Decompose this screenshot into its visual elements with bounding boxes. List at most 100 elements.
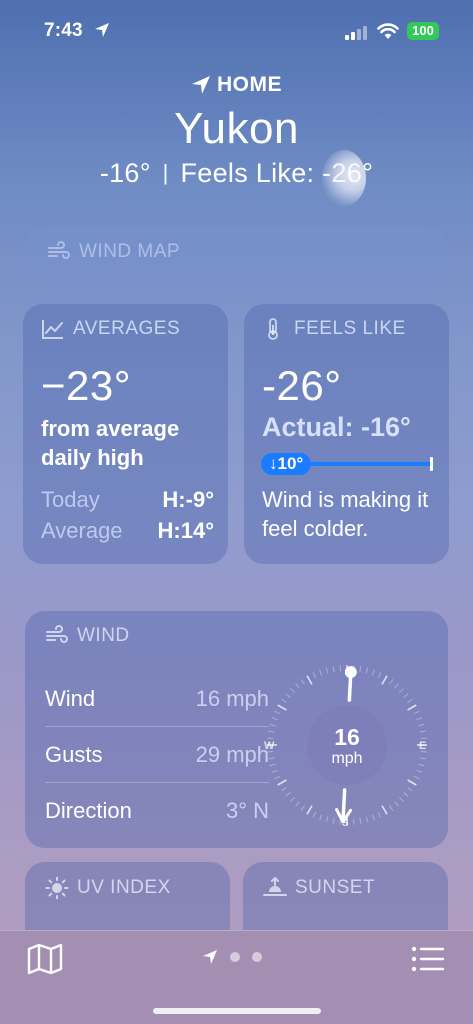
compass-tick [365,667,369,674]
averages-row-label: Today [41,487,100,512]
compass-tick [271,717,278,721]
home-label: HOME [217,73,282,96]
compass-tick [359,817,362,824]
trend-chart-icon [42,320,63,339]
compass-tick [416,769,423,773]
compass-tick [325,667,329,674]
home-label-row: HOME [0,70,473,100]
compass-speed: 16 mph [262,724,432,768]
location-arrow-icon [192,76,210,94]
compass-tick [371,669,375,676]
compass-west-label: W [264,740,275,752]
averages-row-value: H:-9° [162,487,214,512]
compass-tick [300,679,305,685]
compass-tick [285,792,291,797]
moon-illustration [322,150,366,206]
wind-row-label: Direction [45,798,132,823]
compass-tick [407,779,417,786]
compass-tick [285,693,291,698]
compass-tick [332,666,335,673]
compass-tick [281,787,287,792]
wind-icon [46,625,68,643]
compass-tick [290,688,296,694]
wind-row-direction: Direction 3° N [45,783,269,839]
list-icon[interactable] [410,943,446,975]
compass-tick [389,805,394,811]
compass-tick [365,816,369,823]
compass-tick [306,805,313,815]
averages-label: AVERAGES [73,318,181,339]
compass-speed-unit: mph [331,750,363,767]
actual-temperature: Actual: -16° [262,412,411,442]
compass-tick [300,805,305,811]
wind-map-card[interactable]: WIND MAP [25,227,448,279]
compass-tick [389,679,394,685]
compass-tick [398,688,404,694]
compass-tick [306,675,313,685]
compass-tick [371,814,375,821]
wind-row-value: 16 mph [195,685,269,711]
compass-south-label: S [342,818,349,829]
sunset-title: SUNSET [263,877,375,899]
compass-tick [394,801,399,807]
compass-tick [295,683,300,689]
city-name: Yukon [174,104,299,153]
compass-tick [416,717,423,721]
wind-row-value: 29 mph [195,741,269,767]
wind-label: WIND [77,625,130,646]
compass-tick [312,811,317,818]
feels-like-card[interactable]: FEELS LIKE -26° Actual: -16° ↓10° Wind i… [244,304,449,564]
compass-tick [325,816,329,823]
wind-details: Wind 16 mph Gusts 29 mph Direction 3° N [45,671,269,839]
wifi-icon [377,23,399,39]
compass-tick [413,775,420,780]
compass-tick [332,817,335,824]
compass-tick [274,710,281,715]
location-arrow-icon [203,950,217,964]
compass-tick [398,796,404,802]
page-dot[interactable] [252,952,262,962]
compass-tick [339,665,342,672]
home-indicator [153,1008,321,1014]
compass-tick [319,814,323,821]
thermometer-icon [268,318,278,340]
compass-tick [277,704,287,711]
uv-index-label: UV INDEX [77,877,171,898]
map-icon[interactable] [26,943,64,975]
wind-row-speed: Wind 16 mph [45,671,269,727]
compass-tick [312,672,317,679]
compass-tick [381,805,388,815]
location-header: HOME Yukon -16° | Feels Like: -26° [0,70,473,189]
compass-tick [381,675,388,685]
compass-tick [407,704,417,711]
cellular-signal-icon [345,26,369,40]
compass-tick [394,683,399,689]
summary-separator: | [162,160,169,185]
sunset-label: SUNSET [295,877,376,898]
page-dot[interactable] [230,952,240,962]
averages-title: AVERAGES [41,318,214,340]
compass-tick [274,775,281,780]
wind-row-label: Gusts [45,741,103,767]
averages-card[interactable]: AVERAGES −23° from average daily high To… [23,304,228,564]
compass-tick [407,698,413,703]
feels-like-description: Wind is making it feel colder. [262,487,429,541]
location-arrow-icon [95,23,109,37]
difference-badge: ↓10° [261,453,312,475]
feels-like-value: -26° [262,362,342,409]
wind-map-title: WIND MAP [47,241,180,263]
page-indicator[interactable] [202,949,262,965]
compass-tick [377,811,382,818]
compass-tick [407,787,413,792]
status-bar: 7:43 100 [0,0,473,62]
averages-row-label: Average [41,518,123,543]
compass-tick [281,698,287,703]
battery-indicator: 100 [407,22,439,40]
averages-rows: Today H:-9° Average H:14° [41,484,214,546]
averages-value: −23° [41,362,132,409]
compass-tick [271,769,278,773]
feels-like-difference-bar: ↓10° [261,453,435,475]
difference-end-marker [430,457,433,471]
current-temperature: -16° [99,158,151,188]
compass-tick [352,818,355,825]
